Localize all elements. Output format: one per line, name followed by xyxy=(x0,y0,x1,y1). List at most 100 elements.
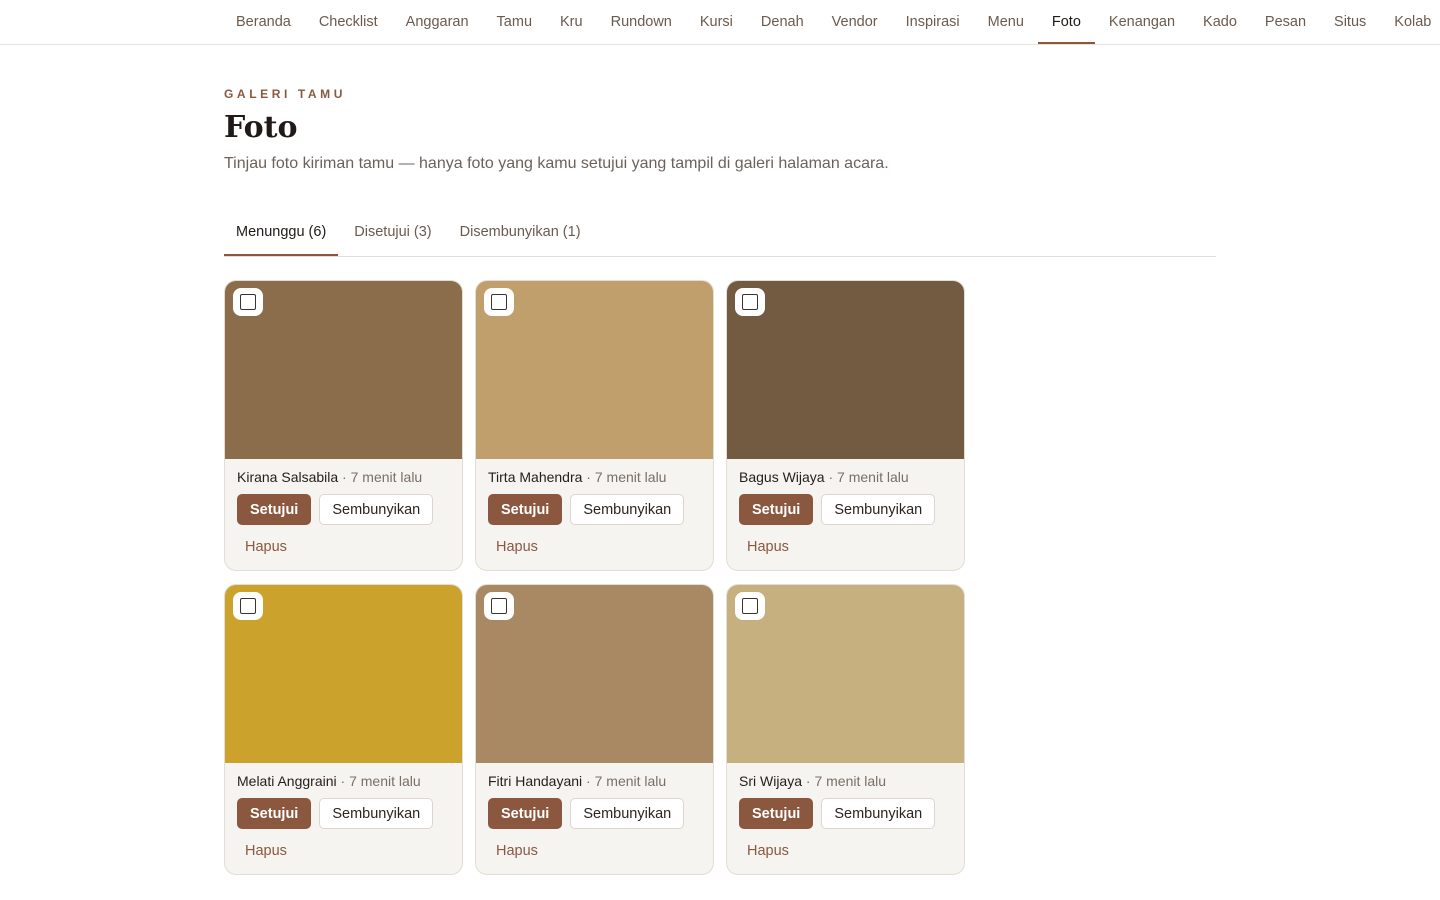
uploader-name: Fitri Handayani xyxy=(488,773,583,789)
photo-card: Kirana Salsabila · 7 menit lalu Setujui … xyxy=(224,280,463,571)
nav-item-kado[interactable]: Kado xyxy=(1189,0,1251,44)
hide-button[interactable]: Sembunyikan xyxy=(319,798,434,829)
photo-card: Melati Anggraini · 7 menit lalu Setujui … xyxy=(224,584,463,875)
photo-card: Tirta Mahendra · 7 menit lalu Setujui Se… xyxy=(475,280,714,571)
nav-item-anggaran[interactable]: Anggaran xyxy=(392,0,483,44)
upload-time: 7 menit lalu xyxy=(350,469,423,485)
card-actions: Setujui Sembunyikan xyxy=(727,790,964,829)
page-title: Foto xyxy=(224,110,298,145)
nav-item-pesan[interactable]: Pesan xyxy=(1251,0,1320,44)
photo-meta: Kirana Salsabila · 7 menit lalu xyxy=(225,459,462,486)
approve-button[interactable]: Setujui xyxy=(237,798,312,829)
select-checkbox[interactable] xyxy=(484,288,514,316)
hide-button[interactable]: Sembunyikan xyxy=(570,494,685,525)
main-content: GALERI TAMU Foto Tinjau foto kiriman tam… xyxy=(224,46,1216,875)
nav-item-tamu[interactable]: Tamu xyxy=(483,0,546,44)
uploader-name: Melati Anggraini xyxy=(237,773,337,789)
tab-pending[interactable]: Menunggu (6) xyxy=(224,212,339,256)
photo-thumbnail[interactable] xyxy=(476,585,713,763)
photo-grid: Kirana Salsabila · 7 menit lalu Setujui … xyxy=(224,280,965,875)
checkbox-square xyxy=(742,598,758,614)
checkbox-square xyxy=(742,294,758,310)
nav-item-kenangan[interactable]: Kenangan xyxy=(1095,0,1189,44)
hide-button[interactable]: Sembunyikan xyxy=(319,494,434,525)
upload-time: 7 menit lalu xyxy=(594,773,667,789)
meta-separator: · xyxy=(824,469,838,485)
card-actions: Setujui Sembunyikan xyxy=(225,790,462,829)
delete-link[interactable]: Hapus xyxy=(747,843,789,859)
nav-item-beranda[interactable]: Beranda xyxy=(222,0,305,44)
nav-item-rundown[interactable]: Rundown xyxy=(597,0,686,44)
meta-separator: · xyxy=(336,773,350,789)
nav-item-inspirasi[interactable]: Inspirasi xyxy=(892,0,974,44)
meta-separator: · xyxy=(582,469,595,485)
meta-separator: · xyxy=(802,773,815,789)
card-actions: Setujui Sembunyikan xyxy=(476,486,713,525)
approve-button[interactable]: Setujui xyxy=(237,494,312,525)
select-checkbox[interactable] xyxy=(233,592,263,620)
approve-button[interactable]: Setujui xyxy=(739,494,814,525)
card-actions: Setujui Sembunyikan xyxy=(727,486,964,525)
hide-button[interactable]: Sembunyikan xyxy=(821,798,936,829)
delete-link[interactable]: Hapus xyxy=(496,843,538,859)
photo-thumbnail[interactable] xyxy=(727,281,964,459)
delete-link[interactable]: Hapus xyxy=(245,539,287,555)
photo-meta: Sri Wijaya · 7 menit lalu xyxy=(727,763,964,790)
top-navigation: Beranda Checklist Anggaran Tamu Kru Rundown Ku… xyxy=(0,0,1440,45)
checkbox-square xyxy=(240,598,256,614)
meta-separator: · xyxy=(582,773,595,789)
upload-time: 7 menit lalu xyxy=(837,469,909,485)
card-actions: Setujui Sembunyikan xyxy=(476,790,713,829)
card-actions: Setujui Sembunyikan xyxy=(225,486,462,525)
approve-button[interactable]: Setujui xyxy=(488,494,563,525)
photo-thumbnail[interactable] xyxy=(727,585,964,763)
nav-item-menu[interactable]: Menu xyxy=(974,0,1038,44)
select-checkbox[interactable] xyxy=(484,592,514,620)
upload-time: 7 menit lalu xyxy=(814,773,887,789)
upload-time: 7 menit lalu xyxy=(349,773,421,789)
photo-card: Fitri Handayani · 7 menit lalu Setujui S… xyxy=(475,584,714,875)
checkbox-square xyxy=(491,598,507,614)
uploader-name: Kirana Salsabila xyxy=(237,469,339,485)
select-checkbox[interactable] xyxy=(735,288,765,316)
approve-button[interactable]: Setujui xyxy=(739,798,814,829)
select-checkbox[interactable] xyxy=(233,288,263,316)
nav-item-kursi[interactable]: Kursi xyxy=(686,0,747,44)
uploader-name: Tirta Mahendra xyxy=(488,469,583,485)
nav-list: Beranda Checklist Anggaran Tamu Kru Rundown Ku… xyxy=(222,0,1440,44)
nav-item-kolab[interactable]: Kolab xyxy=(1380,0,1440,44)
nav-item-denah[interactable]: Denah xyxy=(747,0,818,44)
nav-item-kru[interactable]: Kru xyxy=(546,0,597,44)
meta-separator: · xyxy=(338,469,351,485)
photo-card: Sri Wijaya · 7 menit lalu Setujui Sembun… xyxy=(726,584,965,875)
hide-button[interactable]: Sembunyikan xyxy=(821,494,936,525)
upload-time: 7 menit lalu xyxy=(594,469,667,485)
photo-thumbnail[interactable] xyxy=(225,281,462,459)
delete-link[interactable]: Hapus xyxy=(747,539,789,555)
photo-meta: Melati Anggraini · 7 menit lalu xyxy=(225,763,462,790)
photo-thumbnail[interactable] xyxy=(225,585,462,763)
status-tabs: Menunggu (6) Disetujui (3) Disembunyikan (… xyxy=(224,212,1216,257)
uploader-name: Sri Wijaya xyxy=(739,773,803,789)
tab-hidden[interactable]: Disembunyikan (1) xyxy=(448,212,593,256)
delete-link[interactable]: Hapus xyxy=(496,539,538,555)
checkbox-square xyxy=(491,294,507,310)
hide-button[interactable]: Sembunyikan xyxy=(570,798,685,829)
uploader-name: Bagus Wijaya xyxy=(739,469,825,485)
photo-thumbnail[interactable] xyxy=(476,281,713,459)
section-eyebrow: GALERI TAMU xyxy=(224,87,347,101)
nav-item-foto[interactable]: Foto xyxy=(1037,0,1095,44)
nav-item-checklist[interactable]: Checklist xyxy=(305,0,392,44)
page-subtitle: Tinjau foto kiriman tamu — hanya foto ya… xyxy=(224,155,889,172)
tab-approved[interactable]: Disetujui (3) xyxy=(342,212,443,256)
photo-meta: Fitri Handayani · 7 menit lalu xyxy=(476,763,713,790)
nav-item-vendor[interactable]: Vendor xyxy=(818,0,892,44)
checkbox-square xyxy=(240,294,256,310)
photo-meta: Tirta Mahendra · 7 menit lalu xyxy=(476,459,713,486)
approve-button[interactable]: Setujui xyxy=(488,798,563,829)
photo-card: Bagus Wijaya · 7 menit lalu Setujui Semb… xyxy=(726,280,965,571)
nav-item-situs[interactable]: Situs xyxy=(1320,0,1380,44)
delete-link[interactable]: Hapus xyxy=(245,843,287,859)
select-checkbox[interactable] xyxy=(735,592,765,620)
photo-meta: Bagus Wijaya · 7 menit lalu xyxy=(727,459,964,486)
